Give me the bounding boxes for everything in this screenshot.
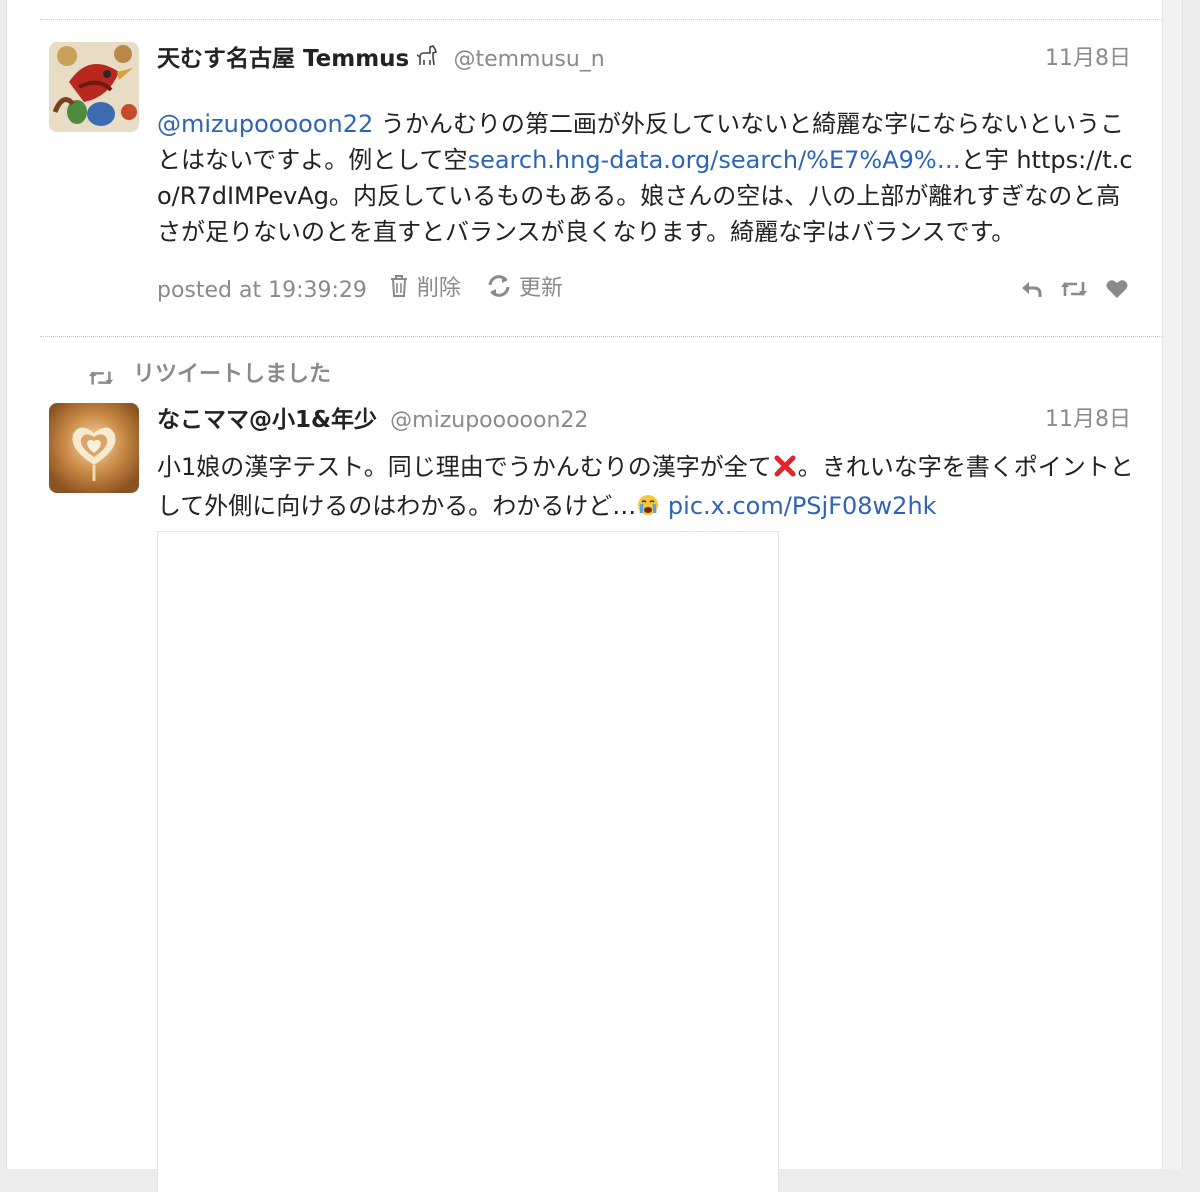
retweet-notice-label: リツイートしました: [133, 362, 332, 387]
tweet-date[interactable]: 11月8日: [1045, 403, 1131, 437]
tweet-footer: posted at 19:39:29 削除 更新: [157, 272, 1139, 306]
reply-icon[interactable]: [1019, 279, 1043, 299]
media-link[interactable]: pic.x.com/PSjF08w2hk: [668, 492, 937, 520]
delete-button[interactable]: 削除: [388, 272, 461, 309]
dog-icon: [414, 43, 440, 81]
avatar[interactable]: [49, 42, 139, 132]
media-image[interactable]: [157, 531, 779, 1192]
trash-icon: [388, 274, 410, 309]
refresh-icon: [486, 274, 512, 309]
posted-at: posted at 19:39:29: [157, 277, 367, 303]
screen-name[interactable]: @temmusu_n: [453, 47, 604, 72]
cross-mark-icon: [772, 452, 798, 488]
tweet-text: @mizupooooon22 うかんむりの第二画が外反していないと綺麗な字になら…: [157, 106, 1139, 250]
tweet-text-part: 小1娘の漢字テスト。同じ理由でうかんむりの漢字が全て: [157, 453, 772, 481]
avatar-illustration: [49, 42, 139, 132]
scrollbar[interactable]: [1162, 0, 1182, 1169]
tweet-item: 天むす名古屋 Temmus @temmusu_n 11月8日 @mizupooo…: [49, 42, 1139, 322]
screen-name[interactable]: @mizupooooon22: [390, 408, 588, 433]
tweet-actions: [1019, 272, 1129, 306]
tweet-item: なこママ@小1&年少 @mizupooooon22 11月8日 小1娘の漢字テス…: [49, 403, 1139, 1192]
mention-link[interactable]: @mizupooooon22: [157, 110, 373, 138]
heart-icon[interactable]: [1105, 278, 1129, 300]
tweet-text: 小1娘の漢字テスト。同じ理由でうかんむりの漢字が全て 。きれいな字を書くポイントと…: [157, 449, 1139, 527]
latte-art-avatar: [49, 403, 139, 493]
display-name[interactable]: 天むす名古屋 Temmus: [157, 46, 409, 72]
tweet-divider: [40, 19, 1162, 20]
delete-label: 削除: [416, 276, 461, 301]
display-name[interactable]: なこママ@小1&年少: [157, 407, 377, 433]
retweet-notice: リツイートしました: [87, 358, 331, 392]
retweet-icon: [87, 361, 133, 395]
search-link[interactable]: search.hng-data.org/search/%E7%A9%…: [468, 146, 961, 174]
timeline: 天むす名古屋 Temmus @temmusu_n 11月8日 @mizupooo…: [6, 0, 1183, 1192]
retweet-icon[interactable]: [1059, 279, 1089, 299]
tweet-divider: [40, 336, 1162, 337]
crying-face-icon: [636, 491, 660, 527]
refresh-label: 更新: [518, 276, 563, 301]
avatar[interactable]: [49, 403, 139, 493]
tweet-date[interactable]: 11月8日: [1045, 42, 1131, 76]
refresh-button[interactable]: 更新: [486, 272, 563, 309]
